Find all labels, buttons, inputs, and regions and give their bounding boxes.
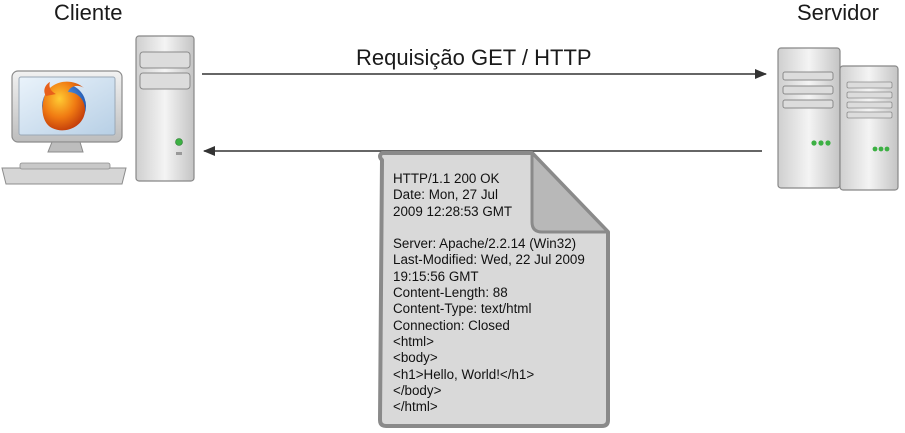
response-line: HTTP/1.1 200 OK [393, 171, 500, 186]
response-line: 19:15:56 GMT [393, 268, 479, 284]
response-line: </html> [393, 399, 438, 415]
request-label: Requisição GET / HTTP [356, 45, 592, 70]
response-line: <html> [393, 333, 434, 349]
response-line: Server: Apache/2.2.14 (Win32) [393, 236, 577, 252]
response-line: Date: Mon, 27 Jul [393, 187, 498, 203]
response-line: Content-Length: 88 [393, 285, 508, 301]
http-response-text: HTTP/1.1 200 OK Date: Mon, 27 Jul 2009 1… [393, 171, 585, 415]
pc-tower-icon [135, 35, 195, 182]
response-line: <h1>Hello, World!</h1> [393, 366, 535, 382]
response-line: <body> [393, 350, 438, 366]
server-rack-icon [777, 47, 899, 191]
response-line: Connection: Closed [393, 317, 510, 333]
response-line: 2009 12:28:53 GMT [393, 203, 513, 219]
response-line: </body> [393, 382, 442, 398]
server-label: Servidor [797, 0, 879, 25]
client-label: Cliente [54, 0, 123, 25]
response-line: Last-Modified: Wed, 22 Jul 2009 [393, 252, 585, 268]
response-line: Content-Type: text/html [393, 301, 532, 317]
